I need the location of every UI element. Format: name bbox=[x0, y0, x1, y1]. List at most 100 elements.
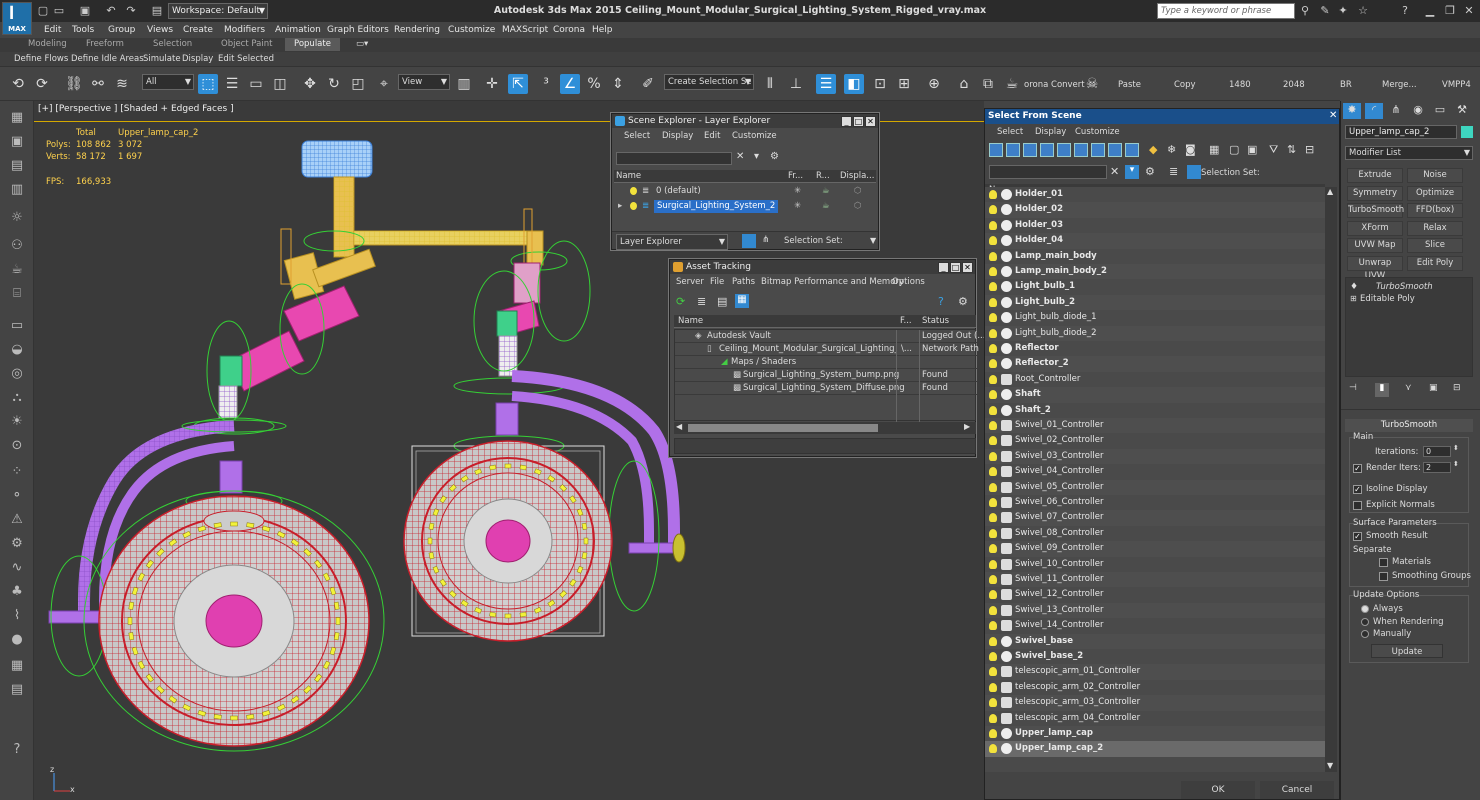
object-row[interactable]: telescopic_arm_02_Controller bbox=[985, 680, 1325, 695]
object-row[interactable]: Shaft_2 bbox=[985, 403, 1325, 418]
pin-stack-icon[interactable]: ⊣ bbox=[1349, 383, 1357, 393]
link-icon[interactable]: ⛓ bbox=[64, 74, 84, 94]
when-rendering-radio[interactable] bbox=[1361, 618, 1369, 626]
clear-filter-icon[interactable]: ✕ bbox=[736, 151, 744, 162]
display-all-icon[interactable]: ▦ bbox=[1209, 143, 1219, 156]
grid-icon[interactable]: ▦ bbox=[8, 657, 26, 675]
ok-button[interactable]: OK bbox=[1181, 781, 1255, 799]
bulb-icon[interactable]: ♦ bbox=[1350, 282, 1358, 292]
bulb-icon[interactable] bbox=[989, 282, 997, 292]
scale-icon[interactable]: ◰ bbox=[348, 74, 368, 94]
shell-icon[interactable]: ⛬ bbox=[8, 389, 26, 407]
render-icon[interactable]: ▣ bbox=[8, 133, 26, 151]
expand-icon[interactable]: ⊞ bbox=[1350, 294, 1357, 303]
bulb-icon[interactable] bbox=[989, 652, 997, 661]
bulb-icon[interactable] bbox=[989, 190, 997, 199]
at-menu-paths[interactable]: Paths bbox=[732, 277, 755, 287]
bulb-icon[interactable] bbox=[989, 667, 997, 677]
bulb-icon[interactable] bbox=[989, 513, 997, 523]
display-box-icon[interactable]: ⬡ bbox=[854, 185, 861, 198]
select-manipulate-icon[interactable]: ✛ bbox=[482, 74, 502, 94]
undo-icon[interactable]: ↶ bbox=[104, 4, 118, 18]
object-row[interactable]: Swivel_03_Controller bbox=[985, 448, 1325, 465]
select-by-name-icon[interactable]: ☰ bbox=[222, 74, 242, 94]
helpers-filter-icon[interactable] bbox=[1057, 143, 1071, 157]
menu-modifiers[interactable]: Modifiers bbox=[224, 25, 265, 35]
smoothing-groups-checkbox[interactable] bbox=[1379, 572, 1388, 581]
corona-convert-label[interactable]: orona Convert bbox=[1024, 80, 1085, 90]
window-crossing-icon[interactable]: ◫ bbox=[270, 74, 290, 94]
asset-tracking-titlebar[interactable]: Asset Tracking _ □ ✕ bbox=[670, 260, 975, 274]
mirror-icon[interactable]: ⫴ bbox=[760, 74, 780, 94]
keyboard-shortcut-icon[interactable]: ⇱ bbox=[508, 74, 528, 94]
maximize-icon[interactable]: □ bbox=[950, 262, 961, 273]
make-unique-icon[interactable]: ⋎ bbox=[1405, 383, 1412, 393]
object-row[interactable]: Light_bulb_2 bbox=[985, 294, 1325, 311]
refresh-icon[interactable]: ⟳ bbox=[676, 295, 685, 308]
clear-filter-icon[interactable]: ✕ bbox=[1110, 165, 1119, 178]
layers-icon[interactable] bbox=[742, 234, 756, 248]
remove-modifier-icon[interactable]: ▣ bbox=[1429, 383, 1438, 393]
scroll-down-icon[interactable]: ▼ bbox=[1327, 761, 1333, 770]
object-row[interactable]: Upper_lamp_cap bbox=[985, 726, 1325, 742]
undo-icon[interactable]: ⟲ bbox=[8, 74, 28, 94]
menu-views[interactable]: Views bbox=[147, 25, 173, 35]
gear-icon[interactable]: ⚙ bbox=[8, 535, 26, 553]
bulb-icon[interactable] bbox=[989, 313, 997, 323]
invert-display-icon[interactable]: ▣ bbox=[1247, 143, 1257, 156]
stack-item-editable-poly[interactable]: Editable Poly bbox=[1360, 294, 1415, 304]
scroll-up-icon[interactable]: ▲ bbox=[1327, 187, 1333, 196]
at-col-full-path[interactable]: F... bbox=[900, 315, 912, 328]
freeze-icon[interactable]: ✳ bbox=[794, 185, 801, 198]
bulb-icon[interactable] bbox=[989, 220, 997, 230]
options-icon[interactable]: ⚙ bbox=[770, 151, 779, 162]
redo-icon[interactable]: ↷ bbox=[124, 4, 138, 18]
bulb-icon[interactable] bbox=[989, 559, 997, 569]
width-value[interactable]: 1480 bbox=[1229, 80, 1251, 90]
bulb-icon[interactable] bbox=[989, 682, 997, 692]
chevron-down-icon[interactable]: ▼ bbox=[870, 236, 876, 245]
at-menu-file[interactable]: File bbox=[710, 277, 724, 287]
bulb-icon[interactable] bbox=[989, 698, 997, 708]
help-icon[interactable]: ? bbox=[1398, 4, 1412, 18]
select-object-icon[interactable]: ⬚ bbox=[198, 74, 218, 94]
menu-corona[interactable]: Corona bbox=[553, 25, 585, 35]
curve-editor-icon[interactable]: ⊡ bbox=[870, 74, 890, 94]
ball-icon[interactable]: ● bbox=[8, 631, 26, 649]
modifier-button[interactable]: TurboSmooth bbox=[1347, 203, 1404, 218]
binoculars-icon[interactable]: ⚲ bbox=[1298, 4, 1312, 18]
edit-named-selection-icon[interactable]: ✐ bbox=[638, 74, 658, 94]
bulb-icon[interactable] bbox=[989, 451, 997, 461]
edit-selected-button[interactable]: Edit Selected bbox=[218, 54, 274, 64]
cameras-filter-icon[interactable] bbox=[1040, 143, 1054, 157]
object-row[interactable]: Root_Controller bbox=[985, 372, 1325, 387]
rectangular-selection-icon[interactable]: ▭ bbox=[246, 74, 266, 94]
object-row[interactable]: Swivel_12_Controller bbox=[985, 587, 1325, 602]
unlink-icon[interactable]: ⚯ bbox=[88, 74, 108, 94]
display-tab-icon[interactable]: ▭ bbox=[1431, 103, 1449, 119]
render-teapot-icon[interactable]: ☕ bbox=[1002, 74, 1022, 94]
object-row[interactable]: Reflector bbox=[985, 341, 1325, 356]
sun-icon[interactable]: ☀ bbox=[8, 413, 26, 431]
modifier-button[interactable]: Edit Poly bbox=[1407, 255, 1463, 271]
se-menu-display[interactable]: Display bbox=[662, 131, 693, 141]
at-menu-options[interactable]: Options bbox=[892, 277, 925, 287]
create-tab-icon[interactable]: ✸ bbox=[1343, 103, 1361, 119]
stack-item-turbosmooth[interactable]: TurboSmooth bbox=[1376, 282, 1433, 292]
scroll-right-icon[interactable]: ▶ bbox=[964, 422, 970, 431]
layers-icon[interactable]: ≣ bbox=[1169, 165, 1178, 178]
object-row[interactable]: Upper_lamp_cap_2 bbox=[985, 741, 1325, 757]
modify-tab-icon[interactable]: ◜ bbox=[1365, 103, 1383, 119]
sfs-scrollbar[interactable]: ▲ ▼ bbox=[1325, 187, 1337, 772]
at-menu-server[interactable]: Server bbox=[676, 277, 704, 287]
schematic-view-icon[interactable]: ⊞ bbox=[894, 74, 914, 94]
bulb-icon[interactable] bbox=[989, 636, 997, 646]
render-frame-icon[interactable]: ⧉ bbox=[978, 74, 998, 94]
object-row[interactable]: Lamp_main_body bbox=[985, 249, 1325, 264]
object-row[interactable]: telescopic_arm_03_Controller bbox=[985, 695, 1325, 711]
lights-filter-icon[interactable] bbox=[1023, 143, 1037, 157]
warps-filter-icon[interactable] bbox=[1074, 143, 1088, 157]
object-row[interactable]: Swivel_08_Controller bbox=[985, 526, 1325, 541]
project-folder-icon[interactable]: ▤ bbox=[150, 4, 164, 18]
modifier-button[interactable]: Unwrap UVW bbox=[1347, 255, 1403, 281]
